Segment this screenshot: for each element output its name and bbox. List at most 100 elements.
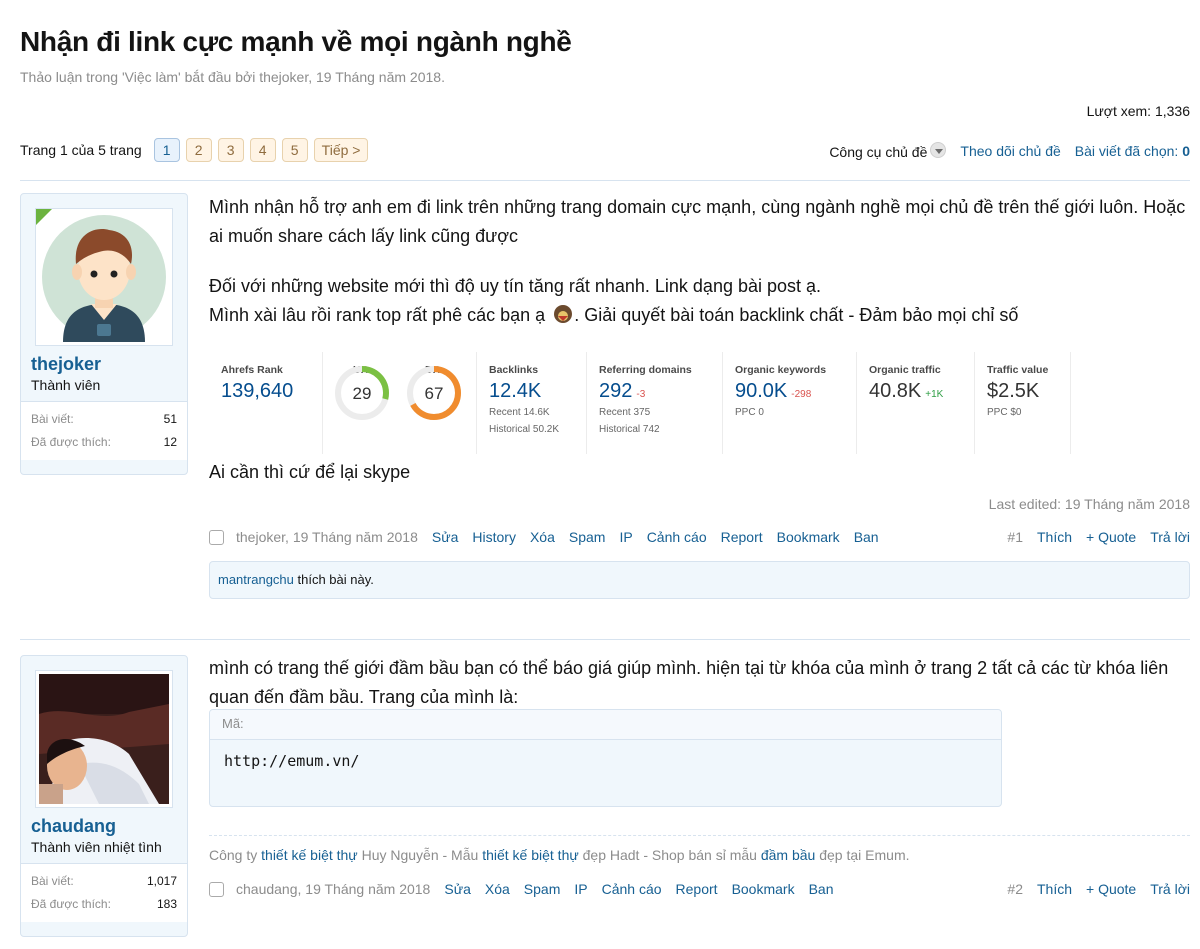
post-message: Mình nhận hỗ trợ anh em đi link trên nhữ… [209,197,1186,246]
avatar-image [42,215,166,342]
signature-divider [209,835,1190,836]
ur-value: 29 [353,384,372,403]
posts-count: 1,017 [146,874,177,888]
signature-link[interactable]: thiết kế biệt thự [482,847,579,863]
quote-link[interactable]: + Quote [1086,881,1136,897]
ur-dr-stat: UR DR 29 67 [323,352,477,454]
organic-traffic-stat: Organic traffic 40.8K +1K [857,352,975,454]
divider [20,639,1190,640]
signature-text: Huy Nguyễn - Mẫu [361,847,479,863]
backlinks-stat: Backlinks 12.4K Recent 14.6K Historical … [477,352,587,454]
signature-link[interactable]: đầm bầu [761,847,815,863]
posts-count-label: Bài viết: [31,874,74,888]
thread-tools-menu[interactable]: Công cụ chủ đề [829,141,947,160]
reply-link[interactable]: Trả lời [1150,529,1190,545]
delete-link[interactable]: Xóa [530,529,555,545]
like-link[interactable]: Thích [1037,529,1072,545]
selected-posts-link[interactable]: Bài viết đã chọn: 0 [1075,143,1190,159]
stat-label: Ahrefs Rank [221,364,283,376]
stat-delta: +1K [925,389,944,400]
reply-link[interactable]: Trả lời [1150,881,1190,897]
spam-link[interactable]: Spam [569,529,606,545]
edit-link[interactable]: Sửa [444,881,471,897]
post-number[interactable]: #1 [1007,529,1023,545]
likes-count: 183 [156,897,177,911]
ban-link[interactable]: Ban [854,529,879,545]
page-5-button[interactable]: 5 [281,138,308,162]
post-footer-right: #1 Thích + Quote Trả lời [993,529,1190,545]
avatar[interactable] [35,670,173,808]
username[interactable]: thejoker [21,346,187,375]
report-link[interactable]: Report [721,529,763,545]
stat-value: 12.4K [489,380,542,402]
edit-link[interactable]: Sửa [432,529,459,545]
ip-link[interactable]: IP [574,881,587,897]
stat-label: Traffic value [987,364,1049,376]
select-post-checkbox[interactable] [209,881,224,897]
organic-keywords-stat: Organic keywords 90.0K -298 PPC 0 [723,352,857,454]
signature-text: đẹp Hadt - Shop bán sỉ mẫu [582,847,757,863]
liker-link[interactable]: mantrangchu [218,572,294,587]
pagination-label: Trang 1 của 5 trang [20,142,142,158]
page-4-button[interactable]: 4 [249,138,276,162]
spam-link[interactable]: Spam [524,881,561,897]
post-number[interactable]: #2 [1007,881,1023,897]
ip-link[interactable]: IP [619,529,632,545]
ahrefs-rank-stat: Ahrefs Rank 139,640 [209,352,323,454]
post-message-line: Mình xài lâu rồi rank top rất phê các bạ… [209,301,1190,330]
selected-posts-count: 0 [1182,142,1190,159]
pagination: Trang 1 của 5 trang 1 2 3 4 5 Tiếp > [20,138,369,162]
report-link[interactable]: Report [676,881,718,897]
history-link[interactable]: History [472,529,516,545]
view-count: Lượt xem: 1,336 [1086,103,1190,119]
ban-link[interactable]: Ban [809,881,834,897]
stat-label: Organic traffic [869,364,941,376]
post-author-date[interactable]: chaudang, 19 Tháng năm 2018 [236,881,430,897]
likes-count-label: Đã được thích: [31,435,111,449]
emoji-icon [554,305,573,323]
stat-delta: -3 [636,389,646,400]
page-2-button[interactable]: 2 [185,138,212,162]
last-edited: Last edited: 19 Tháng năm 2018 [988,496,1190,512]
stat-value: 139,640 [221,380,294,402]
stat-sub: Recent 375 [599,407,651,418]
stat-sub: PPC $0 [987,407,1022,418]
referring-domains-stat: Referring domains 292 -3 Recent 375 Histo… [587,352,723,454]
next-page-button[interactable]: Tiếp > [313,138,369,162]
warn-link[interactable]: Cảnh cáo [602,881,662,897]
stat-sub: Recent 14.6K [489,407,550,418]
signature: Công ty thiết kế biệt thự Huy Nguyễn - M… [209,847,910,863]
stat-value: 292 [599,380,633,402]
bookmark-link[interactable]: Bookmark [732,881,795,897]
like-link[interactable]: Thích [1037,881,1072,897]
post-footer-right: #2 Thích + Quote Trả lời [993,881,1190,897]
stat-value: 40.8K [869,380,922,402]
online-indicator-icon [36,209,52,225]
page-1-button[interactable]: 1 [153,138,180,162]
username[interactable]: chaudang [21,808,187,837]
user-title: Thành viên nhiệt tình [31,839,162,855]
quote-link[interactable]: + Quote [1086,529,1136,545]
signature-text: Công ty [209,847,258,863]
divider [20,180,1190,181]
post-message: mình có trang thế giới đầm bầu bạn có th… [209,658,1169,707]
delete-link[interactable]: Xóa [485,881,510,897]
bookmark-link[interactable]: Bookmark [777,529,840,545]
watch-thread-link[interactable]: Theo dõi chủ đề [960,143,1060,159]
code-block: Mã: http://emum.vn/ [209,709,1002,807]
page-3-button[interactable]: 3 [217,138,244,162]
selected-posts-label: Bài viết đã chọn: [1074,142,1179,159]
stat-sub: PPC 0 [735,407,764,418]
stat-label: Organic keywords [735,364,827,376]
ur-gauge: 29 [335,366,389,420]
chevron-down-icon [930,142,947,158]
page-title: Nhận đi link cực mạnh về mọi ngành nghề [20,26,572,57]
stat-sub: Historical 50.2K [489,424,560,435]
post-author-date[interactable]: thejoker, 19 Tháng năm 2018 [236,529,418,545]
avatar[interactable] [35,208,173,346]
post-footer: chaudang, 19 Tháng năm 2018 Sửa Xóa Spam… [209,881,1190,897]
likes-count: 12 [163,435,177,449]
signature-link[interactable]: thiết kế biệt thự [261,847,358,863]
warn-link[interactable]: Cảnh cáo [647,529,707,545]
select-post-checkbox[interactable] [209,529,224,545]
